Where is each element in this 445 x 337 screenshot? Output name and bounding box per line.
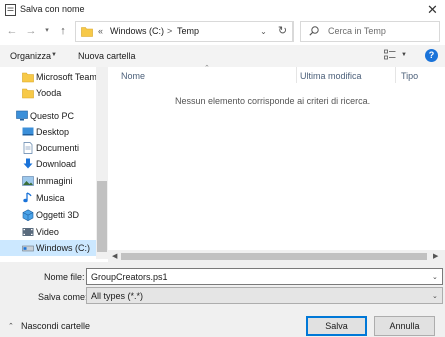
- back-button[interactable]: ←: [5, 23, 19, 39]
- column-header-modified[interactable]: Ultima modifica: [300, 71, 362, 81]
- documents-icon: [23, 142, 33, 154]
- download-icon: [23, 158, 33, 169]
- sidebar-item-label: Download: [36, 159, 77, 169]
- view-options-icon[interactable]: [384, 48, 396, 62]
- chevron-down-icon[interactable]: ⌄: [432, 273, 438, 281]
- search-icon: [309, 26, 319, 36]
- sidebar-item-label: Oggetti 3D: [36, 210, 80, 220]
- command-bar: Organizza ▼ Nuova cartella ▼ ?: [0, 45, 445, 67]
- chevron-down-icon: ▾: [45, 27, 49, 34]
- navigation-pane: Microsoft Teams Yooda Questo PC Desktop …: [0, 67, 108, 259]
- arrow-left-icon: ←: [6, 25, 18, 37]
- sidebar-item-immagini[interactable]: Immagini: [0, 173, 96, 189]
- arrow-up-icon: ↑: [60, 25, 66, 37]
- hide-folders-label: Nascondi cartelle: [21, 321, 91, 331]
- new-folder-button[interactable]: Nuova cartella: [78, 51, 136, 61]
- scroll-left-icon[interactable]: ◀: [112, 252, 117, 260]
- breadcrumb-overflow[interactable]: «: [98, 26, 103, 36]
- save-button[interactable]: Salva: [306, 316, 367, 336]
- pictures-icon: [22, 176, 34, 186]
- address-history-button[interactable]: ⌄: [255, 21, 272, 42]
- sidebar-item-download[interactable]: Download: [0, 156, 96, 172]
- horizontal-scroll-thumb[interactable]: [121, 253, 427, 260]
- save-as-type-select[interactable]: All types (*.*) ⌄: [86, 287, 443, 304]
- help-button[interactable]: ?: [425, 49, 438, 62]
- sidebar-item-label: Musica: [36, 193, 65, 203]
- desktop-icon: [22, 127, 34, 136]
- close-icon: ✕: [427, 2, 438, 17]
- save-as-type-label: Salva come:: [38, 292, 88, 302]
- forward-button[interactable]: →: [24, 23, 38, 39]
- sidebar-item-video[interactable]: Video: [0, 224, 96, 240]
- empty-state-message: Nessun elemento corrisponde ai criteri d…: [175, 96, 371, 106]
- sidebar-item-oggetti-3d[interactable]: Oggetti 3D: [0, 207, 96, 223]
- search-box[interactable]: Cerca in Temp: [300, 21, 440, 42]
- column-header-type[interactable]: Tipo: [401, 71, 418, 81]
- sidebar-item-label: Immagini: [36, 176, 73, 186]
- window-title: Salva con nome: [20, 4, 85, 14]
- sidebar-item-yooda[interactable]: Yooda: [0, 85, 96, 101]
- sidebar-item-questo-pc[interactable]: Questo PC: [0, 108, 96, 124]
- search-placeholder: Cerca in Temp: [328, 26, 386, 36]
- folder-icon: [22, 88, 34, 99]
- chevron-down-icon: ⌄: [432, 293, 438, 300]
- breadcrumb-separator[interactable]: >: [167, 26, 172, 36]
- column-header-name[interactable]: Nome: [121, 71, 145, 81]
- navigation-scroll-thumb[interactable]: [97, 181, 107, 252]
- video-icon: [22, 228, 34, 236]
- sidebar-item-microsoft-teams[interactable]: Microsoft Teams: [0, 69, 101, 85]
- sidebar-item-label: Desktop: [36, 127, 70, 137]
- organize-button[interactable]: Organizza: [10, 51, 51, 61]
- sidebar-item-desktop[interactable]: Desktop: [0, 124, 96, 140]
- arrow-right-icon: →: [25, 25, 37, 37]
- save-as-type-value: All types (*.*): [91, 291, 144, 301]
- sidebar-item-label: Video: [36, 227, 59, 237]
- column-divider[interactable]: [395, 67, 396, 83]
- objects-3d-icon: [22, 209, 34, 221]
- sidebar-item-label: Documenti: [36, 143, 80, 153]
- refresh-button[interactable]: ↻: [272, 21, 294, 42]
- filename-input[interactable]: GroupCreators.ps1 ⌄: [86, 268, 443, 285]
- sidebar-item-label: Windows (C:): [36, 243, 91, 253]
- filename-value: GroupCreators.ps1: [91, 272, 168, 282]
- save-dialog-icon: [5, 4, 16, 16]
- computer-icon: [16, 110, 28, 121]
- chevron-down-icon[interactable]: ▼: [401, 52, 407, 58]
- close-button[interactable]: ✕: [420, 0, 445, 20]
- cancel-button[interactable]: Annulla: [374, 316, 435, 336]
- chevron-up-icon: ⌃: [8, 323, 14, 330]
- sidebar-item-label: Yooda: [36, 88, 62, 98]
- drive-icon: [22, 245, 34, 252]
- folder-icon: [22, 72, 34, 83]
- chevron-down-icon: ⌄: [260, 27, 267, 36]
- scroll-right-icon[interactable]: ▶: [433, 252, 438, 260]
- help-icon: ?: [428, 50, 435, 60]
- filename-label: Nome file:: [44, 272, 85, 282]
- refresh-icon: ↻: [277, 25, 288, 37]
- music-icon: [23, 192, 32, 203]
- sidebar-item-label: Microsoft Teams: [36, 72, 102, 82]
- column-divider[interactable]: [296, 67, 297, 83]
- folder-icon: [81, 27, 93, 37]
- breadcrumb-temp[interactable]: Temp: [177, 26, 199, 36]
- chevron-down-icon[interactable]: ▼: [51, 52, 57, 58]
- sidebar-item-musica[interactable]: Musica: [0, 190, 96, 206]
- sidebar-item-windows-c[interactable]: Windows (C:): [0, 240, 96, 256]
- sort-indicator-icon: ⌃: [204, 65, 210, 72]
- up-button[interactable]: ↑: [56, 23, 70, 39]
- sidebar-item-documenti[interactable]: Documenti: [0, 140, 96, 156]
- recent-locations-button[interactable]: ▾: [42, 23, 52, 39]
- breadcrumb-windows-c[interactable]: Windows (C:): [110, 26, 164, 36]
- sidebar-item-label: Questo PC: [30, 111, 75, 121]
